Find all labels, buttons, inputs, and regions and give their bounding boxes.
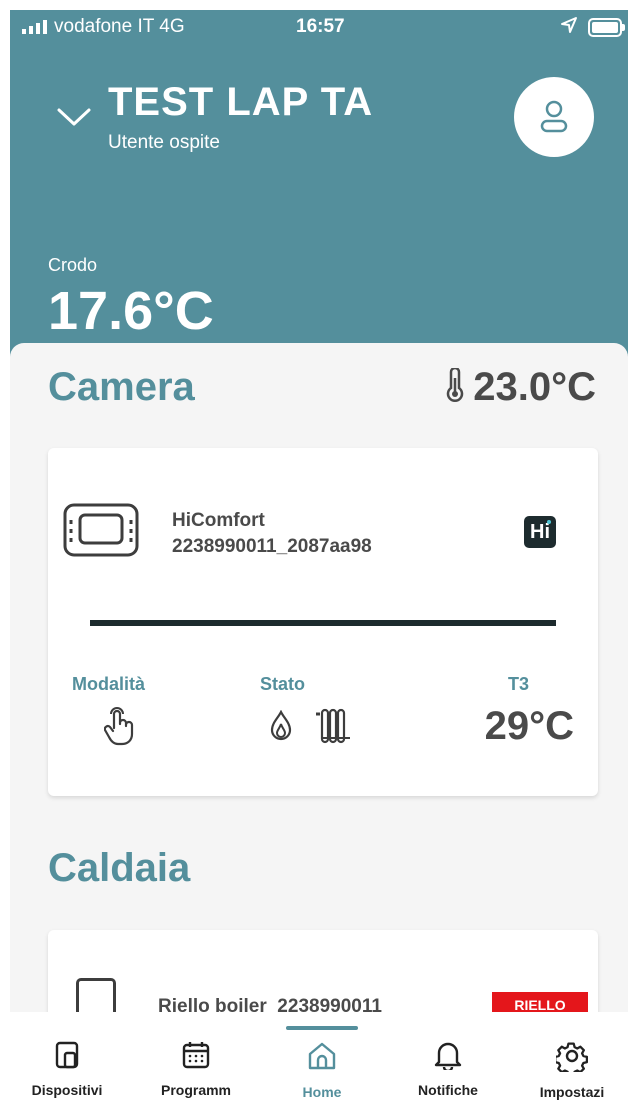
gear-icon <box>556 1042 588 1072</box>
thermostat-icon <box>63 503 139 557</box>
room-title: Camera <box>48 365 195 409</box>
bell-icon <box>434 1042 462 1070</box>
tab-dispositivi[interactable]: Dispositivi <box>12 1040 122 1098</box>
signal-icon <box>22 20 47 34</box>
hand-pointer-icon <box>104 707 134 746</box>
carrier-label: vodafone IT 4G <box>54 16 185 37</box>
outdoor-location: Crodo <box>48 255 98 275</box>
active-tab-indicator <box>286 1026 358 1030</box>
device-card[interactable]: HiComfort 2238990011_2087aa98 Hi Modalit… <box>48 448 598 796</box>
tab-label: Home <box>302 1084 342 1100</box>
home-selector-title[interactable]: TEST LAP TA <box>108 80 373 125</box>
room-temperature: 23.0°C <box>445 365 596 410</box>
status-bar: vodafone IT 4G 16:57 <box>10 10 628 44</box>
tab-programmi[interactable]: Programm <box>141 1040 251 1098</box>
tab-label: Dispositivi <box>31 1082 103 1098</box>
t3-label: T3 <box>508 674 530 694</box>
devices-icon <box>55 1041 79 1069</box>
boiler-section-title: Caldaia <box>48 846 191 890</box>
battery-icon <box>588 18 625 37</box>
tab-impostazioni[interactable]: Impostazi <box>517 1040 627 1100</box>
tab-label: Impostazi <box>539 1084 605 1100</box>
profile-button[interactable] <box>514 77 594 157</box>
device-name: HiComfort <box>172 510 265 531</box>
tab-notifiche[interactable]: Notifiche <box>393 1040 503 1098</box>
hi-badge-text: Hi <box>530 521 550 543</box>
bottom-tab-bar: Dispositivi Programm Home Notifiche Impo… <box>10 1012 628 1102</box>
header: vodafone IT 4G 16:57 TEST LAP TA Utente … <box>10 10 628 370</box>
divider-bar <box>90 620 556 626</box>
user-icon <box>540 100 568 133</box>
user-role: Utente ospite <box>108 132 220 153</box>
tab-home[interactable]: Home <box>267 1040 377 1100</box>
radiator-icon <box>316 708 350 744</box>
outdoor-temperature: 17.6°C <box>48 281 214 341</box>
app-screen: vodafone IT 4G 16:57 TEST LAP TA Utente … <box>10 10 628 1102</box>
device-id: 2238990011_2087aa98 <box>172 536 372 557</box>
room-temperature-value: 23.0°C <box>473 365 596 409</box>
tab-label: Notifiche <box>418 1082 478 1098</box>
home-icon <box>308 1042 336 1070</box>
location-icon <box>561 17 577 33</box>
clock: 16:57 <box>296 16 345 37</box>
flame-icon <box>270 710 292 741</box>
chevron-down-icon[interactable] <box>56 106 92 128</box>
hi-brand-badge: Hi <box>524 516 556 548</box>
mode-label: Modalità <box>72 674 146 694</box>
device-name-block: HiComfort 2238990011_2087aa98 <box>172 508 372 560</box>
state-label: Stato <box>260 674 305 694</box>
thermometer-icon <box>447 367 464 403</box>
tab-label: Programm <box>160 1082 232 1098</box>
t3-value: 29°C <box>484 704 574 748</box>
calendar-icon <box>182 1042 210 1069</box>
